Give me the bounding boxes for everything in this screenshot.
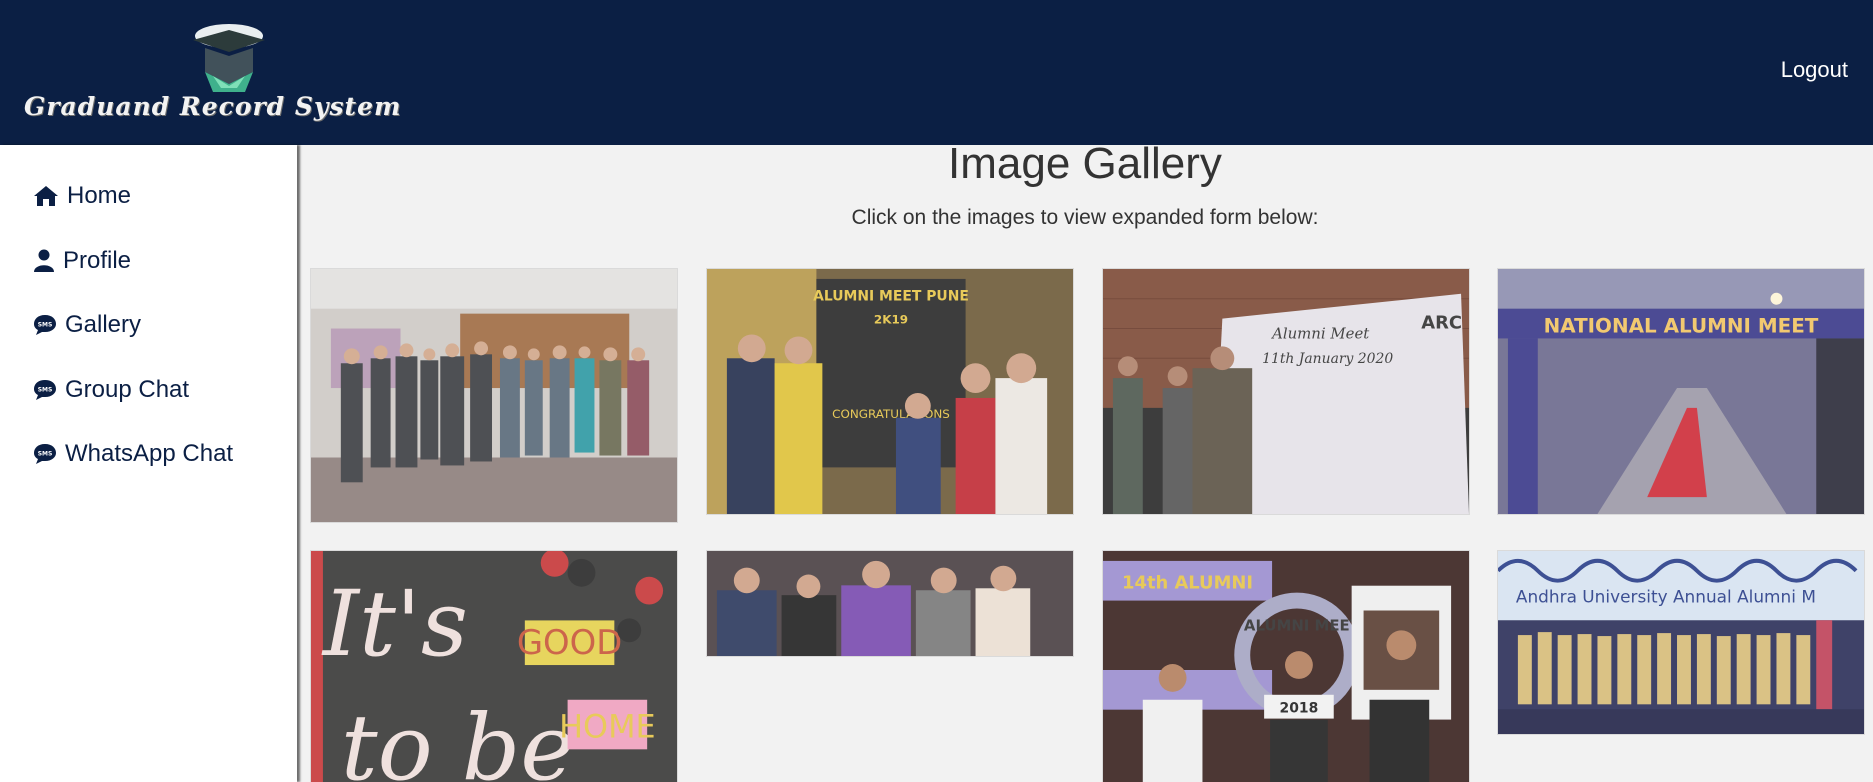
logo[interactable]: Graduand Record System: [0, 0, 480, 145]
svg-text:ALUMNI MEET: ALUMNI MEET: [1244, 616, 1361, 634]
logo-text: Graduand Record System: [24, 92, 402, 121]
gallery-image-14th-alumni-meet[interactable]: 14th ALUMNI ALUMNI MEET 2018: [1102, 550, 1470, 782]
gallery-image-alumni-meet-arc[interactable]: Alumni Meet 11th January 2020 ARC: [1102, 268, 1470, 515]
top-header: Graduand Record System Logout: [0, 0, 1873, 145]
svg-text:Andhra University Annual Alumn: Andhra University Annual Alumni M: [1516, 586, 1816, 606]
sidebar-item-label: WhatsApp Chat: [65, 440, 234, 467]
svg-text:2018: 2018: [1280, 701, 1319, 717]
gallery-image-andhra-university-alumni[interactable]: Andhra University Annual Alumni M: [1497, 550, 1865, 735]
svg-text:SMS: SMS: [38, 322, 53, 329]
sidebar-item-label: Gallery: [65, 311, 142, 338]
main-content: Image Gallery Click on the images to vie…: [297, 145, 1873, 782]
svg-text:GOOD: GOOD: [517, 623, 622, 662]
graduation-cap-logo-icon: [193, 24, 265, 92]
sidebar-item-label: Group Chat: [65, 376, 190, 403]
sidebar: Home Profile SMS Gallery SMS Group Chat …: [0, 145, 297, 782]
svg-text:ARC: ARC: [1421, 313, 1462, 334]
sms-icon: SMS: [34, 315, 56, 335]
sidebar-item-label: Home: [67, 182, 132, 209]
sidebar-item-profile[interactable]: Profile: [33, 247, 131, 275]
sidebar-item-whatsapp-chat[interactable]: SMS WhatsApp Chat: [33, 440, 233, 468]
svg-text:2K19: 2K19: [874, 313, 908, 327]
svg-text:SMS: SMS: [38, 387, 53, 394]
svg-text:HOME: HOME: [559, 709, 656, 745]
gallery-image-good-to-be-home[interactable]: It's to be GOOD HOME: [310, 550, 678, 782]
gallery-image-alumni-meet-pune[interactable]: ALUMNI MEET PUNE 2K19 CONGRATULATIONS: [706, 268, 1074, 515]
gallery-image-national-alumni-meet[interactable]: NATIONAL ALUMNI MEET: [1497, 268, 1865, 515]
svg-text:to be: to be: [341, 694, 575, 782]
sidebar-item-gallery[interactable]: SMS Gallery: [33, 311, 141, 339]
svg-text:It's: It's: [321, 570, 468, 677]
sidebar-item-label: Profile: [63, 247, 132, 274]
sidebar-item-group-chat[interactable]: SMS Group Chat: [33, 376, 189, 404]
gallery-image-alumni-group[interactable]: [706, 550, 1074, 657]
page-subtitle: Click on the images to view expanded for…: [851, 206, 1319, 229]
svg-text:14th ALUMNI: 14th ALUMNI: [1122, 573, 1253, 594]
user-icon: [34, 249, 54, 272]
page-title: Image Gallery: [948, 145, 1222, 188]
svg-text:SMS: SMS: [38, 451, 53, 458]
svg-text:Alumni Meet: Alumni Meet: [1270, 324, 1369, 342]
sidebar-item-home[interactable]: Home: [33, 182, 131, 210]
home-icon: [34, 186, 58, 206]
svg-text:ALUMNI MEET PUNE: ALUMNI MEET PUNE: [813, 289, 969, 305]
sms-icon: SMS: [34, 380, 56, 400]
svg-text:NATIONAL ALUMNI MEET: NATIONAL ALUMNI MEET: [1544, 315, 1819, 338]
sms-icon: SMS: [34, 444, 56, 464]
logout-link[interactable]: Logout: [1781, 57, 1848, 83]
gallery-image-group-photo-indoor[interactable]: [310, 268, 678, 523]
svg-text:11th January 2020: 11th January 2020: [1262, 351, 1393, 367]
